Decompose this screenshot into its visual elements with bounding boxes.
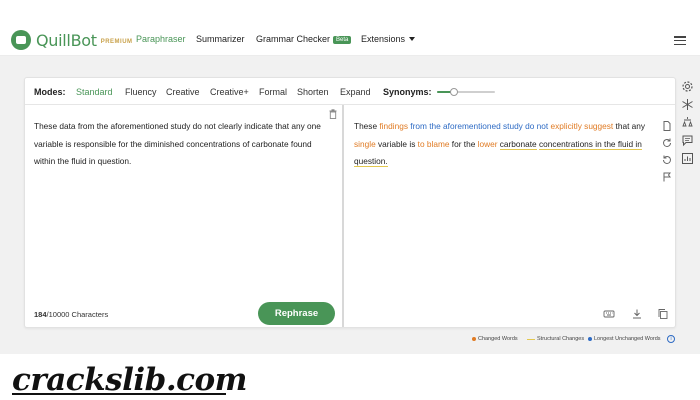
brand-name: QuillBot bbox=[36, 30, 97, 50]
legend-changed-swatch bbox=[472, 337, 476, 341]
mode-creative-plus[interactable]: Creative+ bbox=[210, 87, 249, 97]
comment-icon[interactable] bbox=[681, 134, 694, 147]
watermark-underline bbox=[12, 393, 226, 395]
copy-icon[interactable] bbox=[657, 308, 669, 320]
synonyms-slider[interactable] bbox=[437, 88, 495, 96]
character-count-value: 184 bbox=[34, 310, 47, 319]
undo-icon[interactable] bbox=[661, 154, 673, 166]
output-segment-longest[interactable]: from the aforementioned study do not bbox=[410, 121, 548, 131]
quillbot-logo[interactable]: QuillBot PREMIUM bbox=[11, 30, 133, 50]
output-side-tools bbox=[661, 120, 673, 183]
legend-structural-swatch bbox=[527, 338, 535, 340]
output-segment-struct[interactable]: carbonate bbox=[499, 138, 537, 150]
mode-fluency[interactable]: Fluency bbox=[125, 87, 157, 97]
legend-longest: Longest Unchanged Words bbox=[588, 336, 661, 342]
beta-badge: Beta bbox=[333, 36, 352, 44]
right-rail bbox=[681, 80, 694, 165]
nav-extensions[interactable]: Extensions bbox=[361, 34, 416, 44]
hamburger-icon[interactable] bbox=[674, 36, 686, 45]
trash-icon[interactable] bbox=[329, 109, 337, 119]
paraphraser-card: Modes: Standard Fluency Creative Creativ… bbox=[24, 77, 676, 328]
snowflake-icon[interactable] bbox=[681, 98, 694, 111]
output-segment-plain: for the bbox=[449, 138, 478, 149]
nav-summarizer[interactable]: Summarizer bbox=[196, 34, 245, 44]
mode-formal[interactable]: Formal bbox=[259, 87, 287, 97]
output-segment-changed[interactable]: to blame bbox=[418, 139, 450, 149]
rephrase-button[interactable]: Rephrase bbox=[258, 302, 335, 325]
output-segment-changed[interactable]: explicitly suggest bbox=[551, 121, 614, 131]
legend-changed-label: Changed Words bbox=[478, 336, 518, 342]
nav-paraphraser[interactable]: Paraphraser bbox=[136, 34, 186, 44]
download-icon[interactable] bbox=[631, 308, 643, 320]
premium-label: PREMIUM bbox=[100, 39, 133, 45]
document-icon[interactable] bbox=[661, 120, 673, 132]
output-segment-changed[interactable]: lower bbox=[478, 139, 498, 149]
settings-icon[interactable] bbox=[681, 80, 694, 93]
nav-extensions-label: Extensions bbox=[361, 34, 406, 44]
mode-creative[interactable]: Creative bbox=[166, 87, 200, 97]
top-header: QuillBot PREMIUM Paraphraser Summarizer … bbox=[0, 0, 700, 56]
character-count: 184/10000 Characters bbox=[34, 310, 108, 319]
synonyms-label: Synonyms: bbox=[383, 87, 432, 97]
quillbot-logo-icon bbox=[11, 30, 31, 50]
caret-down-icon bbox=[409, 37, 416, 41]
mode-shorten[interactable]: Shorten bbox=[297, 87, 329, 97]
output-segment-plain: variable is bbox=[375, 138, 418, 149]
keyboard-icon[interactable] bbox=[603, 308, 615, 320]
input-textarea[interactable]: These data from the aforementioned study… bbox=[34, 118, 329, 171]
pane-divider bbox=[342, 105, 344, 327]
page: QuillBot PREMIUM Paraphraser Summarizer … bbox=[0, 0, 700, 400]
output-segment-plain: that any bbox=[613, 121, 646, 131]
stats-icon[interactable] bbox=[681, 152, 694, 165]
output-segment-changed[interactable]: single bbox=[354, 139, 376, 149]
output-text[interactable]: These findings from the aforementioned s… bbox=[354, 118, 654, 171]
legend-structural-label: Structural Changes bbox=[537, 336, 585, 342]
mode-standard[interactable]: Standard bbox=[76, 87, 113, 97]
legend-longest-label: Longest Unchanged Words bbox=[594, 336, 661, 342]
mode-expand[interactable]: Expand bbox=[340, 87, 371, 97]
nav-grammar-checker-label: Grammar Checker bbox=[256, 34, 331, 44]
output-segment-plain: These bbox=[354, 121, 380, 131]
nav-grammar-checker[interactable]: Grammar Checker Beta bbox=[256, 34, 352, 44]
modes-toolbar: Modes: Standard Fluency Creative Creativ… bbox=[25, 78, 675, 105]
legend-structural: Structural Changes bbox=[527, 336, 584, 342]
synonyms-slider-thumb[interactable] bbox=[450, 88, 459, 96]
output-segment-changed[interactable]: findings bbox=[379, 121, 408, 131]
legend-changed: Changed Words bbox=[472, 336, 518, 342]
character-limit: /10000 Characters bbox=[46, 310, 109, 319]
flag-icon[interactable] bbox=[661, 171, 673, 183]
compare-icon[interactable] bbox=[681, 116, 694, 129]
refresh-icon[interactable] bbox=[661, 137, 673, 149]
modes-label: Modes: bbox=[34, 87, 66, 97]
info-icon[interactable]: i bbox=[667, 335, 675, 343]
legend-longest-swatch bbox=[588, 337, 592, 341]
